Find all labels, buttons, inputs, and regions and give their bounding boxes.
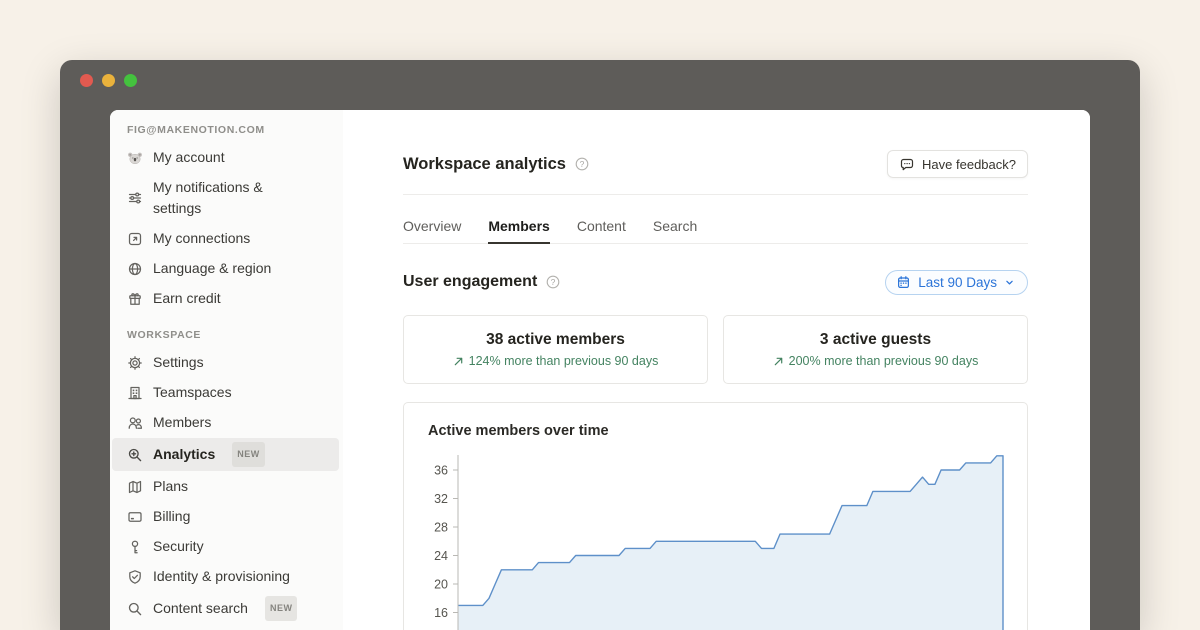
svg-text:?: ? <box>580 159 585 169</box>
sidebar-item-label: Settings <box>153 352 204 373</box>
svg-text:36: 36 <box>434 464 448 478</box>
date-range-dropdown[interactable]: Last 90 Days <box>885 270 1028 295</box>
arrow-square-icon <box>127 231 143 247</box>
svg-text:16: 16 <box>434 606 448 620</box>
sidebar-item-label: Earn credit <box>153 288 221 309</box>
stat-value: 38 active members <box>486 331 625 349</box>
credit-card-icon <box>127 509 143 525</box>
zoom-window-button[interactable] <box>124 74 137 87</box>
gift-icon <box>127 291 143 307</box>
sidebar-item-label: My notifications & settings <box>153 177 289 219</box>
tab-content[interactable]: Content <box>577 218 626 244</box>
zoom-in-icon <box>127 447 143 463</box>
feedback-button-label: Have feedback? <box>922 157 1016 172</box>
sidebar-item-notifications-settings[interactable]: My notifications & settings <box>112 173 339 223</box>
stat-value: 3 active guests <box>820 331 931 349</box>
svg-text:24: 24 <box>434 549 448 563</box>
sidebar-item-label: Analytics <box>153 444 215 465</box>
building-icon <box>127 385 143 401</box>
sidebar-item-plans[interactable]: Plans <box>112 472 339 501</box>
trend-up-icon <box>453 356 464 367</box>
header-divider <box>403 194 1028 195</box>
sidebar-item-my-account[interactable]: My account <box>112 143 339 172</box>
workspace-section-header: WORKSPACE <box>110 329 339 347</box>
sidebar-item-label: Plans <box>153 476 188 497</box>
chevron-down-icon <box>1004 277 1015 288</box>
sidebar-item-my-connections[interactable]: My connections <box>112 224 339 253</box>
settings-panel: FIG@MAKENOTION.COM My account My notific… <box>110 110 1090 630</box>
active-members-chart-card: Active members over time 36 32 28 24 20 16 <box>403 402 1028 630</box>
gear-icon <box>127 355 143 371</box>
analytics-tabs: Overview Members Content Search <box>403 218 1028 244</box>
sidebar-item-security[interactable]: Security <box>112 532 339 561</box>
sidebar-item-label: My connections <box>153 228 250 249</box>
svg-text:28: 28 <box>434 521 448 535</box>
map-icon <box>127 479 143 495</box>
sidebar-item-billing[interactable]: Billing <box>112 502 339 531</box>
sidebar-item-content-search[interactable]: Content search NEW <box>112 592 339 625</box>
sliders-icon <box>127 190 143 206</box>
svg-text:20: 20 <box>434 578 448 592</box>
svg-text:?: ? <box>551 277 556 287</box>
chart-title: Active members over time <box>404 423 1027 439</box>
sidebar-item-earn-credit[interactable]: Earn credit <box>112 284 339 313</box>
tab-search[interactable]: Search <box>653 218 697 244</box>
help-icon[interactable]: ? <box>574 156 590 172</box>
section-title-user-engagement: User engagement <box>403 273 537 291</box>
svg-text:32: 32 <box>434 492 448 506</box>
sidebar-item-label: Teamspaces <box>153 382 232 403</box>
people-icon <box>127 415 143 431</box>
search-icon <box>127 601 143 617</box>
account-email-header: FIG@MAKENOTION.COM <box>110 124 339 142</box>
sidebar-item-teamspaces[interactable]: Teamspaces <box>112 378 339 407</box>
sidebar-item-identity-provisioning[interactable]: Identity & provisioning <box>112 562 339 591</box>
sidebar-item-label: Content search <box>153 598 248 619</box>
key-icon <box>127 539 143 555</box>
sidebar-item-language-region[interactable]: Language & region <box>112 254 339 283</box>
sidebar-item-label: Identity & provisioning <box>153 566 290 587</box>
globe-icon <box>127 261 143 277</box>
settings-sidebar: FIG@MAKENOTION.COM My account My notific… <box>110 110 343 630</box>
trend-up-icon <box>773 356 784 367</box>
sidebar-item-settings[interactable]: Settings <box>112 348 339 377</box>
tab-members[interactable]: Members <box>488 218 549 244</box>
sidebar-item-analytics[interactable]: Analytics NEW <box>112 438 339 471</box>
stat-card-active-guests: 3 active guests 200% more than previous … <box>723 315 1028 384</box>
have-feedback-button[interactable]: Have feedback? <box>887 150 1028 178</box>
app-window: FIG@MAKENOTION.COM My account My notific… <box>60 60 1140 630</box>
avatar-icon <box>127 150 143 166</box>
stat-delta-text: 124% more than previous 90 days <box>469 354 659 368</box>
sidebar-item-label: Security <box>153 536 204 557</box>
shield-check-icon <box>127 569 143 585</box>
help-icon[interactable]: ? <box>545 274 561 290</box>
close-window-button[interactable] <box>80 74 93 87</box>
minimize-window-button[interactable] <box>102 74 115 87</box>
page-title: Workspace analytics <box>403 155 566 174</box>
stat-delta-text: 200% more than previous 90 days <box>789 354 979 368</box>
new-badge: NEW <box>265 596 298 621</box>
speech-bubble-icon <box>899 156 915 172</box>
sidebar-item-label: Members <box>153 412 211 433</box>
stat-card-active-members: 38 active members 124% more than previou… <box>403 315 708 384</box>
calendar-icon <box>896 275 911 290</box>
sidebar-item-members[interactable]: Members <box>112 408 339 437</box>
new-badge: NEW <box>232 442 265 467</box>
tab-overview[interactable]: Overview <box>403 218 461 244</box>
sidebar-item-label: Billing <box>153 506 190 527</box>
active-members-chart: 36 32 28 24 20 16 <box>404 447 1027 630</box>
sidebar-item-label: Language & region <box>153 258 271 279</box>
traffic-lights <box>80 74 137 87</box>
date-range-label: Last 90 Days <box>918 275 997 290</box>
main-content: Workspace analytics ? Have feedback? Ove… <box>343 110 1090 630</box>
sidebar-item-label: My account <box>153 147 225 168</box>
